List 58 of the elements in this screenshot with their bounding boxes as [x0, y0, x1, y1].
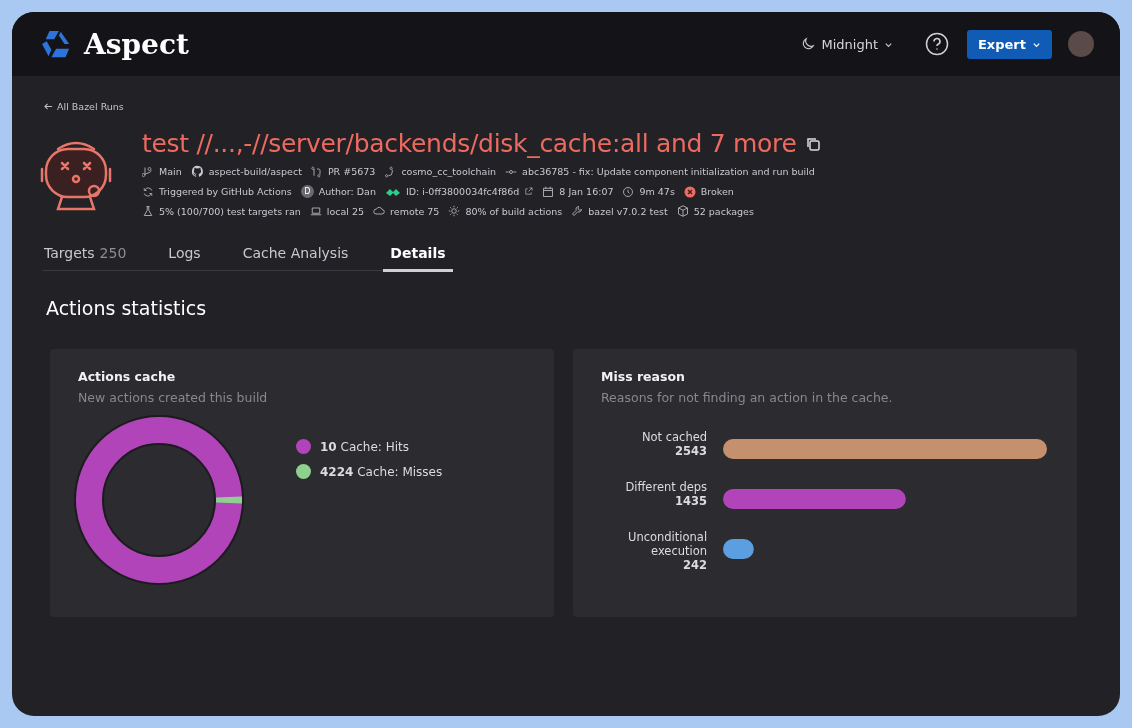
card-title: Miss reason	[601, 369, 686, 384]
legend-label: 10 Cache: Hits	[320, 439, 409, 454]
section-title: Actions statistics	[46, 297, 208, 319]
run-detail: local 25	[326, 205, 365, 217]
calendar-icon	[542, 185, 555, 198]
tab[interactable]: Cache Analysis	[235, 239, 356, 272]
bar-value: 1435	[675, 494, 708, 508]
bar-value: 242	[683, 558, 708, 572]
run-detail: aspect-build/aspect	[208, 166, 302, 177]
run-detail: Broken	[700, 186, 734, 197]
laptop-icon	[309, 205, 322, 217]
run-detail: ID: i-0ff3800034fc4f86d	[405, 186, 520, 197]
tab[interactable]: Details	[383, 239, 453, 272]
card-title: Actions cache	[78, 369, 177, 384]
run-detail: 52 packages	[693, 205, 754, 217]
box-icon	[676, 205, 689, 217]
bar-label: Not cached	[641, 430, 708, 444]
bar-label: Different deps	[625, 480, 708, 494]
run-detail: 8 Jan 16:07	[559, 186, 614, 197]
copy-icon[interactable]	[804, 135, 821, 152]
card-subtitle: Reasons for not finding an action in the cache.	[601, 390, 894, 405]
run-detail: Author: Dan	[318, 186, 376, 197]
external-link-icon[interactable]	[524, 187, 534, 196]
sync-icon	[142, 185, 154, 198]
gear-icon	[448, 205, 461, 217]
run-detail: abc36785 - fix: Update component initialization and run build	[522, 166, 815, 177]
run-detail: remote 75	[390, 205, 440, 217]
flask-icon	[142, 205, 154, 217]
run-detail: bazel v7.0.2 test	[588, 205, 668, 217]
theme-dropdown[interactable]: Midnight	[795, 35, 899, 53]
card-subtitle: New actions created this build	[78, 390, 269, 405]
tab[interactable]: Targets 250	[44, 239, 134, 272]
arrow-left-icon	[44, 102, 53, 111]
help-icon[interactable]	[925, 32, 949, 56]
back-link[interactable]: All Bazel Runs	[44, 101, 124, 112]
run-detail: PR #5673	[327, 166, 376, 177]
run-title: test //...,-//server/backends/disk_cache:all and 7 more	[142, 129, 797, 158]
run-detail: 80% of build actions	[465, 205, 563, 217]
bar-label: Unconditional execution	[626, 530, 708, 558]
bar	[723, 539, 754, 559]
mode-dropdown-button[interactable]: Expert	[967, 29, 1052, 59]
author-initial-avatar: D	[300, 185, 314, 198]
legend-label: 4224 Cache: Misses	[320, 464, 443, 479]
run-detail: cosmo_cc_toolchain	[401, 166, 497, 177]
run-detail: 5% (100/700) test targets ran	[159, 205, 301, 217]
wrench-icon	[571, 205, 584, 217]
moon-icon	[801, 37, 816, 51]
cloud-icon	[373, 205, 386, 217]
error-icon	[683, 185, 696, 198]
run-detail: Main	[159, 166, 182, 177]
run-detail: 9m 47s	[639, 186, 675, 197]
clock-icon	[622, 185, 635, 198]
brand-name: Aspect	[84, 27, 189, 61]
tab[interactable]: Logs	[161, 239, 208, 272]
run-detail: Triggered by GitHub Actions	[159, 186, 292, 197]
bar-value: 2543	[675, 444, 708, 458]
github-icon	[190, 165, 204, 178]
branch-icon	[142, 165, 154, 178]
